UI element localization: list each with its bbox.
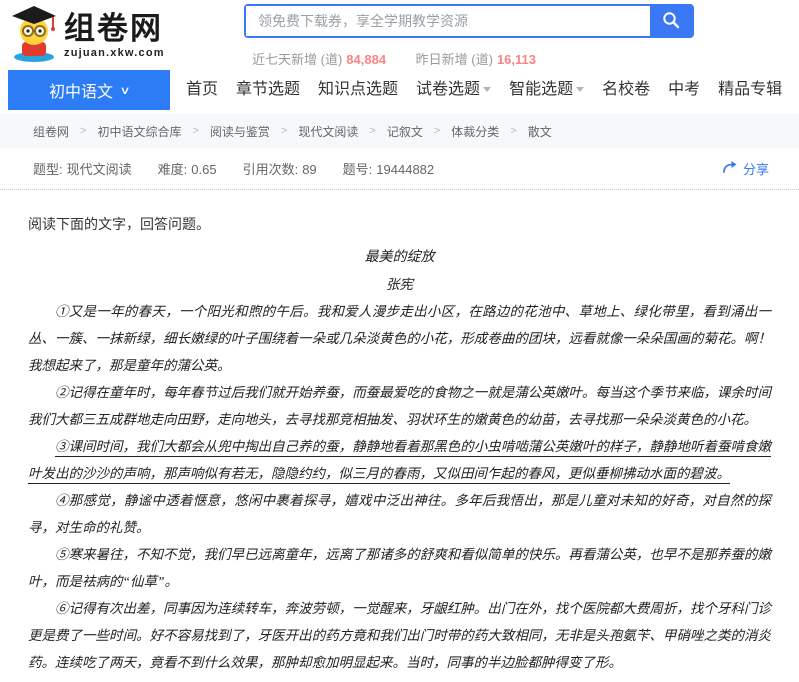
nav-item-chapter-select[interactable]: 章节选题: [236, 70, 300, 110]
search-box: [244, 4, 694, 38]
top-bar: 组卷网 zujuan.xkw.com 近七天新增 (道) 84,884 昨日新增 …: [0, 0, 799, 68]
subject-selector-button[interactable]: 初中语文 ∨: [8, 70, 170, 110]
logo-mascot-icon: [6, 4, 62, 67]
search-input[interactable]: [246, 6, 650, 36]
breadcrumb-separator: >: [281, 125, 287, 137]
chevron-down-icon: ∨: [119, 84, 130, 97]
main-nav: 初中语文 ∨ 首页 章节选题 知识点选题 试卷选题 智能选题 名校卷 中考 精品…: [0, 70, 799, 110]
search-button[interactable]: [650, 6, 692, 36]
nav-item-smart-select[interactable]: 智能选题: [509, 70, 584, 110]
dropdown-marker-icon: [576, 87, 584, 92]
essay-paragraph-3-underlined: ③课间时间，我们大都会从兜中掏出自己养的蚕，静静地看着那黑色的小虫啃啮蒲公英嫩叶…: [28, 433, 771, 487]
breadcrumb-item[interactable]: 现代文阅读: [298, 123, 358, 140]
nav-item-paper-select[interactable]: 试卷选题: [416, 70, 491, 110]
meta-difficulty: 难度:0.65: [158, 159, 217, 178]
search-icon: [662, 11, 680, 32]
share-button[interactable]: 分享: [722, 159, 769, 178]
subject-selector-label: 初中语文: [49, 78, 113, 102]
essay-paragraph-5: ⑤寒来暑往，不知不觉，我们早已远离童年，远离了那诸多的舒爽和看似简单的快乐。再看…: [28, 541, 771, 595]
nav-item-home[interactable]: 首页: [186, 70, 218, 110]
breadcrumb-separator: >: [434, 125, 440, 137]
breadcrumb-separator: >: [510, 125, 516, 137]
breadcrumb-separator: >: [80, 125, 86, 137]
essay-author: 张宪: [28, 271, 771, 298]
meta-question-type: 题型:现代文阅读: [33, 159, 132, 178]
meta-citation-count: 引用次数:89: [243, 159, 317, 178]
share-label: 分享: [743, 159, 769, 178]
nav-item-elite-school-papers[interactable]: 名校卷: [602, 70, 650, 110]
essay-paragraph-7: ⑦刚巧，宾馆的服务员送来一些晒干的蒲公英，说是泡水喝，清热祛火，消肿散结。这样连…: [28, 676, 771, 682]
breadcrumb-item[interactable]: 初中语文综合库: [97, 123, 181, 140]
logo[interactable]: 组卷网 zujuan.xkw.com: [6, 4, 238, 67]
breadcrumb: 组卷网 > 初中语文综合库 > 阅读与鉴赏 > 现代文阅读 > 记叙文 > 体裁…: [0, 114, 799, 148]
stat-yesterday-value: 16,113: [497, 52, 536, 67]
stat-week-label: 近七天新增 (道): [252, 52, 342, 67]
dropdown-marker-icon: [483, 87, 491, 92]
breadcrumb-item[interactable]: 阅读与鉴赏: [210, 123, 270, 140]
essay-paragraph-6: ⑥记得有次出差，同事因为连续转车，奔波劳顿，一觉醒来，牙龈红肿。出门在外，找个医…: [28, 595, 771, 676]
essay-paragraph-2: ②记得在童年时，每年春节过后我们就开始养蚕，而蚕最爱吃的食物之一就是蒲公英嫩叶。…: [28, 379, 771, 433]
question-meta-row: 题型:现代文阅读 难度:0.65 引用次数:89 题号:19444882 分享: [0, 148, 799, 190]
breadcrumb-item[interactable]: 记叙文: [387, 123, 423, 140]
essay-paragraph-4: ④那感觉，静谧中透着惬意，悠闲中裹着探寻，嬉戏中泛出神往。多年后我悟出，那是儿童…: [28, 487, 771, 541]
essay-title: 最美的绽放: [28, 244, 771, 271]
essay-paragraph-1: ①又是一年的春天，一个阳光和煦的午后。我和爱人漫步走出小区，在路边的花池中、草地…: [28, 298, 771, 379]
stat-yesterday-label: 昨日新增 (道): [416, 52, 493, 67]
stat-week-value: 84,884: [346, 52, 386, 67]
meta-question-id: 题号:19444882: [343, 159, 434, 178]
nav-item-knowledge-select[interactable]: 知识点选题: [318, 70, 398, 110]
new-items-stats: 近七天新增 (道) 84,884 昨日新增 (道) 16,113: [244, 49, 694, 68]
question-content: 阅读下面的文字，回答问题。 最美的绽放 张宪 ①又是一年的春天，一个阳光和煦的午…: [0, 190, 799, 682]
question-prompt: 阅读下面的文字，回答问题。: [28, 211, 771, 238]
share-icon: [722, 160, 738, 177]
logo-title: 组卷网: [64, 12, 165, 46]
breadcrumb-separator: >: [369, 125, 375, 137]
breadcrumb-separator: >: [192, 125, 198, 137]
nav-item-premium-albums[interactable]: 精品专辑: [718, 70, 782, 110]
breadcrumb-item[interactable]: 体裁分类: [451, 123, 499, 140]
nav-item-zhongkao[interactable]: 中考: [668, 70, 700, 110]
breadcrumb-item[interactable]: 组卷网: [33, 123, 69, 140]
logo-domain: zujuan.xkw.com: [64, 47, 165, 59]
breadcrumb-item[interactable]: 散文: [528, 123, 552, 140]
